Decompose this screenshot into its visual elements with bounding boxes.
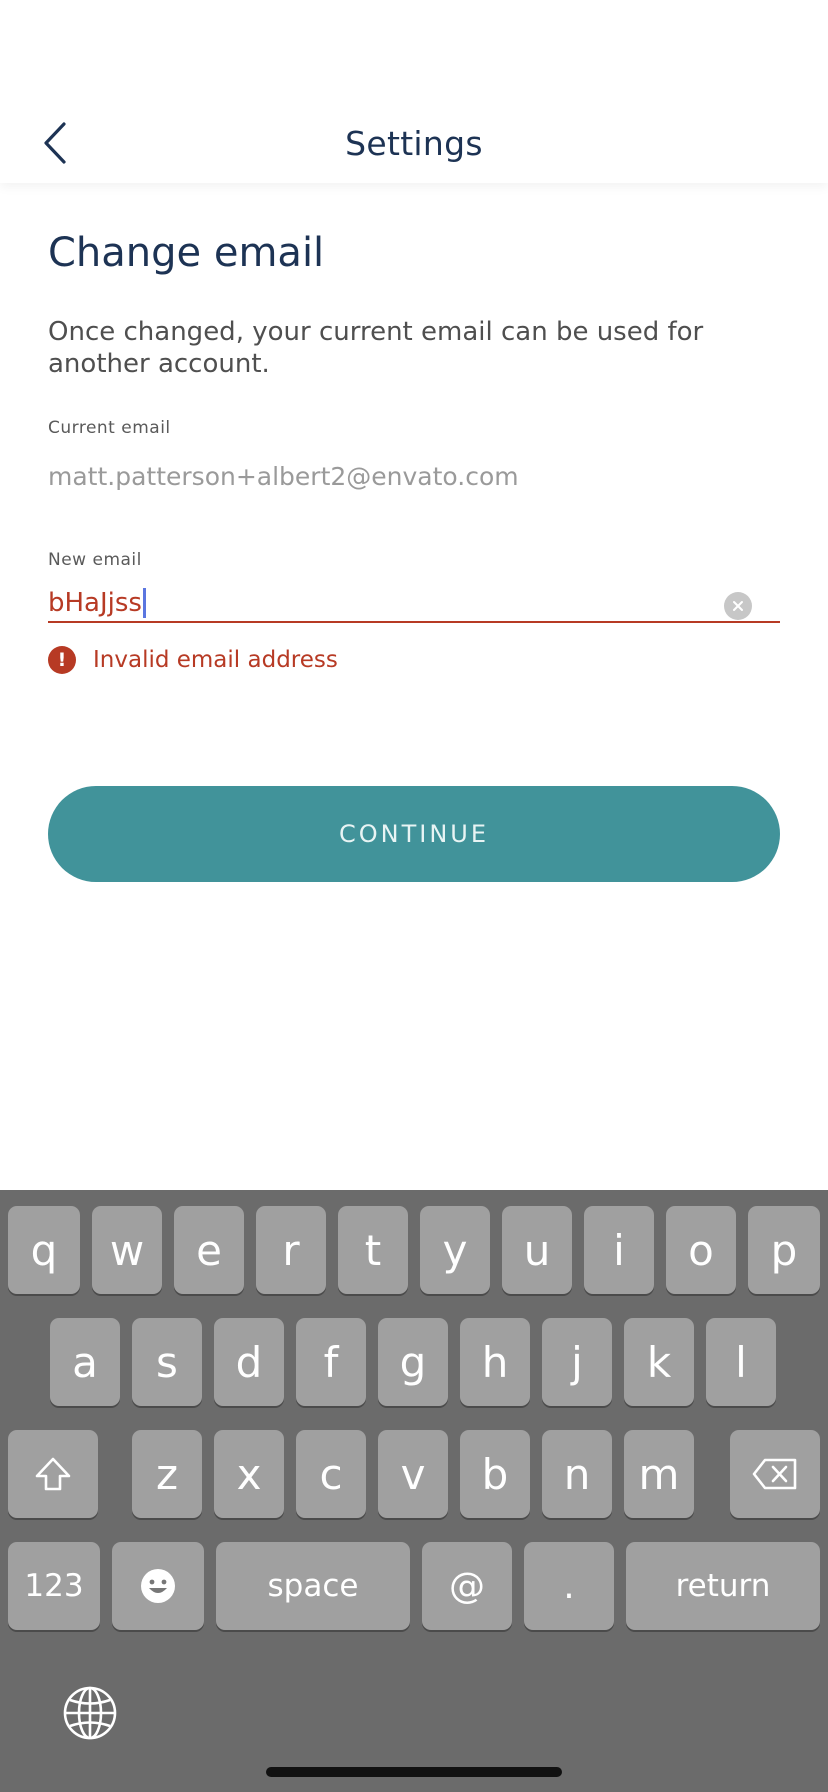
- new-email-value: bHaJjss: [48, 588, 142, 618]
- key-r[interactable]: r: [256, 1206, 326, 1294]
- key-u[interactable]: u: [502, 1206, 572, 1294]
- new-email-label: New email: [48, 550, 142, 570]
- return-key[interactable]: return: [626, 1542, 820, 1630]
- email-error-message: ! Invalid email address: [48, 646, 338, 674]
- current-email-value: matt.patterson+albert2@envato.com: [48, 462, 519, 491]
- error-text: Invalid email address: [93, 647, 338, 673]
- onscreen-keyboard: q w e r t y u i o p a s d f g h j k l z …: [0, 1190, 828, 1792]
- key-t[interactable]: t: [338, 1206, 408, 1294]
- emoji-key[interactable]: [112, 1542, 204, 1630]
- key-n[interactable]: n: [542, 1430, 612, 1518]
- dot-key[interactable]: .: [524, 1542, 614, 1630]
- key-y[interactable]: y: [420, 1206, 490, 1294]
- key-i[interactable]: i: [584, 1206, 654, 1294]
- key-f[interactable]: f: [296, 1318, 366, 1406]
- numbers-key[interactable]: 123: [8, 1542, 100, 1630]
- key-z[interactable]: z: [132, 1430, 202, 1518]
- key-o[interactable]: o: [666, 1206, 736, 1294]
- current-email-label: Current email: [48, 418, 171, 438]
- backspace-icon: [752, 1458, 797, 1490]
- top-nav-bar: Settings: [0, 0, 828, 183]
- key-k[interactable]: k: [624, 1318, 694, 1406]
- clear-icon: [733, 601, 743, 611]
- key-j[interactable]: j: [542, 1318, 612, 1406]
- globe-icon[interactable]: [62, 1685, 118, 1741]
- key-m[interactable]: m: [624, 1430, 694, 1518]
- key-g[interactable]: g: [378, 1318, 448, 1406]
- new-email-field[interactable]: bHaJjss: [48, 582, 780, 623]
- key-s[interactable]: s: [132, 1318, 202, 1406]
- at-key[interactable]: @: [422, 1542, 512, 1630]
- key-e[interactable]: e: [174, 1206, 244, 1294]
- key-a[interactable]: a: [50, 1318, 120, 1406]
- error-alert-icon: !: [48, 646, 76, 674]
- page-description: Once changed, your current email can be …: [48, 317, 704, 379]
- key-w[interactable]: w: [92, 1206, 162, 1294]
- key-v[interactable]: v: [378, 1430, 448, 1518]
- key-p[interactable]: p: [748, 1206, 820, 1294]
- key-q[interactable]: q: [8, 1206, 80, 1294]
- shift-icon: [35, 1457, 71, 1491]
- clear-input-button[interactable]: [724, 592, 752, 620]
- key-l[interactable]: l: [706, 1318, 776, 1406]
- home-indicator: [266, 1767, 562, 1777]
- key-c[interactable]: c: [296, 1430, 366, 1518]
- key-d[interactable]: d: [214, 1318, 284, 1406]
- text-caret: [142, 588, 146, 618]
- key-h[interactable]: h: [460, 1318, 530, 1406]
- continue-button[interactable]: CONTINUE: [48, 786, 780, 882]
- header-title: Settings: [345, 124, 483, 163]
- shift-key[interactable]: [8, 1430, 98, 1518]
- backspace-key[interactable]: [730, 1430, 820, 1518]
- key-b[interactable]: b: [460, 1430, 530, 1518]
- page-title: Change email: [48, 230, 325, 276]
- emoji-icon: [141, 1569, 175, 1603]
- space-key[interactable]: space: [216, 1542, 410, 1630]
- key-x[interactable]: x: [214, 1430, 284, 1518]
- new-email-input[interactable]: bHaJjss: [48, 588, 146, 618]
